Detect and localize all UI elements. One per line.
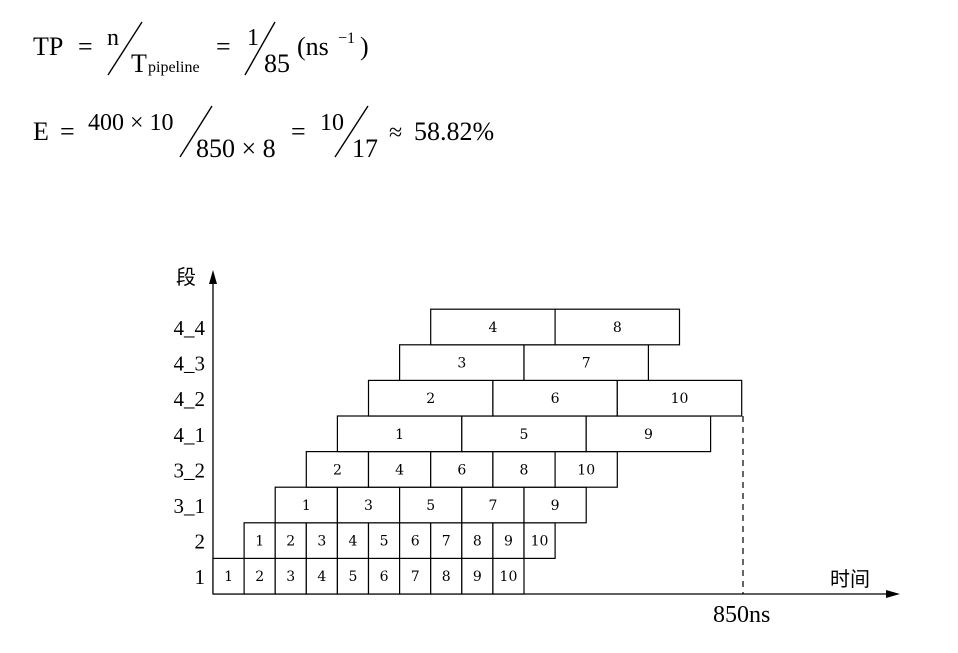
task-block-label: 5 [348, 569, 357, 585]
e-lhs: E [33, 117, 49, 146]
e-den2: 17 [352, 134, 378, 163]
task-block-label: 10 [577, 462, 595, 478]
stage-label: 2 [195, 530, 206, 554]
y-axis-label: 段 [176, 265, 196, 289]
task-block-label: 10 [531, 534, 549, 550]
task-block-label: 9 [504, 534, 513, 550]
task-block-label: 8 [520, 462, 529, 478]
task-block-label: 8 [613, 320, 622, 336]
task-block-label: 9 [644, 427, 653, 443]
task-block-label: 3 [286, 569, 295, 585]
task-block-label: 4 [317, 569, 326, 585]
tp-unit: (ns [297, 32, 329, 61]
task-block-label: 3 [317, 534, 326, 550]
e-den1: 850 × 8 [196, 134, 276, 163]
tp-eq1: = [78, 32, 93, 61]
task-block-label: 5 [380, 534, 389, 550]
task-block-label: 5 [426, 498, 435, 514]
task-block-label: 2 [333, 462, 342, 478]
task-block-label: 1 [224, 569, 233, 585]
task-block-label: 6 [380, 569, 389, 585]
task-block-label: 7 [411, 569, 420, 585]
task-block-label: 6 [551, 391, 560, 407]
e-num1: 400 × 10 [88, 110, 174, 136]
task-block-label: 7 [582, 356, 591, 372]
task-blocks: 1 2 3 4 5 6 7 8 9 10 1 2 3 4 5 6 7 8 9 10 1 3 5 7 9 2 4 6 8 10 1 5 9 2 6 10… [212, 308, 743, 595]
task-block-label: 6 [411, 534, 420, 550]
stage-label: 4_1 [174, 423, 206, 447]
task-block-label: 6 [457, 462, 466, 478]
end-time-label: 850ns [713, 602, 770, 628]
tp-formula: TP = n T pipeline = 1 85 (ns −1 ) [33, 21, 369, 78]
stage-label: 3_2 [174, 458, 206, 482]
task-block-label: 1 [395, 427, 404, 443]
stage-labels: 4_4 4_3 4_2 4_1 3_2 3_1 2 1 [174, 316, 206, 589]
task-block-label: 9 [551, 498, 560, 514]
e-eq2: = [291, 117, 306, 146]
tp-lhs: TP [33, 32, 63, 61]
task-block-label: 2 [426, 391, 435, 407]
tp-unit-close: ) [360, 32, 369, 61]
stage-label: 4_3 [174, 352, 206, 376]
task-block-label: 4 [488, 320, 497, 336]
tp-num1: n [107, 25, 119, 51]
tp-den1: T [131, 49, 147, 78]
stage-label: 4_2 [174, 387, 206, 411]
pipeline-figure: TP = n T pipeline = 1 85 (ns −1 ) E = 40… [33, 21, 900, 628]
task-block-label: 4 [395, 462, 404, 478]
task-block-label: 8 [473, 534, 482, 550]
stage-label: 4_4 [174, 316, 206, 340]
x-axis-arrowhead [886, 590, 900, 598]
task-block-label: 8 [442, 569, 451, 585]
task-block-label: 5 [520, 427, 529, 443]
task-block-label: 1 [255, 534, 264, 550]
e-approx: ≈ [389, 120, 402, 146]
e-result: 58.82% [414, 117, 494, 146]
task-block-label: 2 [286, 534, 295, 550]
x-axis-label: 时间 [830, 567, 870, 591]
task-block-label: 10 [671, 391, 689, 407]
tp-num2: 1 [247, 25, 259, 51]
task-block-label: 9 [473, 569, 482, 585]
stage-label: 1 [195, 565, 206, 589]
e-num2: 10 [320, 110, 344, 136]
y-axis-arrowhead [209, 270, 217, 284]
task-block-label: 1 [302, 498, 311, 514]
tp-unit-exp: −1 [338, 30, 355, 47]
tp-den1-sub: pipeline [148, 59, 200, 76]
task-block-label: 4 [348, 534, 357, 550]
tp-eq2: = [216, 32, 231, 61]
task-block-label: 2 [255, 569, 264, 585]
task-block-label: 7 [442, 534, 451, 550]
task-block-label: 3 [457, 356, 466, 372]
tp-den2: 85 [264, 49, 290, 78]
e-formula: E = 400 × 10 850 × 8 = 10 17 ≈ 58.82% [33, 105, 494, 163]
e-eq1: = [60, 117, 75, 146]
stage-label: 3_1 [174, 494, 206, 518]
task-block-label: 10 [500, 569, 518, 585]
task-block-label: 3 [364, 498, 373, 514]
task-block-label: 7 [488, 498, 497, 514]
